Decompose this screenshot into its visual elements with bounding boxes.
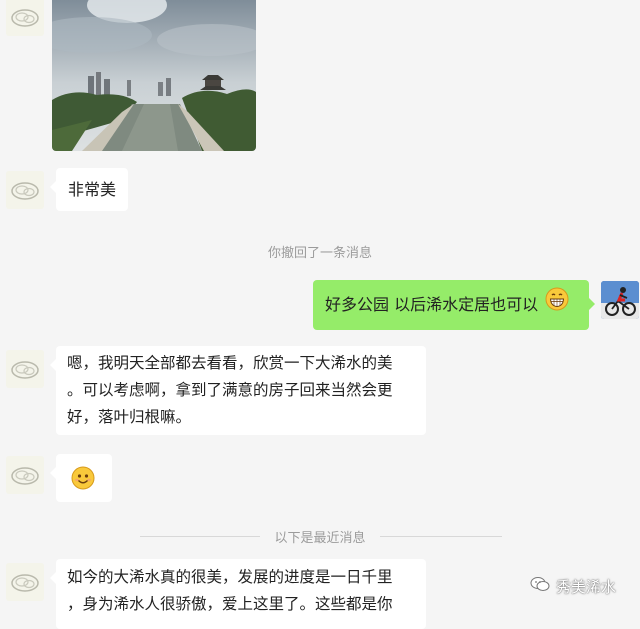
- message-bubble-incoming[interactable]: 非常美: [50, 168, 128, 211]
- chat-photo[interactable]: [52, 0, 256, 151]
- message-bubble-incoming[interactable]: 如今的大浠水真的很美，发展的进度是一日千里 ，身为浠水人很骄傲，爱上这里了。这些…: [50, 559, 426, 629]
- system-notice-recent: 以下是最近消息: [274, 531, 366, 546]
- self-avatar[interactable]: [601, 281, 639, 319]
- wechat-account-icon: [530, 576, 550, 596]
- message-bubble-incoming[interactable]: [50, 454, 112, 502]
- message-text: 非常美: [68, 180, 117, 199]
- contact-avatar[interactable]: [6, 0, 44, 36]
- cloud-logo-icon: [6, 171, 44, 209]
- contact-avatar[interactable]: [6, 350, 44, 388]
- divider-line-left: [140, 536, 260, 537]
- watermark-text: 秀美浠水: [556, 577, 617, 596]
- contact-avatar[interactable]: [6, 456, 44, 494]
- grinning-face-emoji: [545, 287, 569, 320]
- system-notice-recalled: 你撤回了一条消息: [267, 246, 372, 261]
- message-text-line: 好，落叶归根嘛。: [67, 408, 192, 426]
- divider-line-right: [380, 536, 502, 537]
- message-text-line: 。可以考虑啊，拿到了满意的房子回来当然会更: [67, 381, 393, 399]
- message-text-line: 如今的大浠水真的很美，发展的进度是一日千里: [67, 568, 393, 586]
- cyclist-icon: [601, 281, 639, 319]
- cloud-logo-icon: [6, 0, 44, 36]
- watermark: 秀美浠水: [530, 574, 616, 598]
- river-city-photo: [52, 0, 256, 151]
- cloud-logo-icon: [6, 563, 44, 601]
- message-bubble-outgoing[interactable]: 好多公园 以后浠水定居也可以: [313, 280, 595, 330]
- cloud-logo-icon: [6, 350, 44, 388]
- message-bubble-incoming[interactable]: 嗯，我明天全部都去看看，欣赏一下大浠水的美 。可以考虑啊，拿到了满意的房子回来当…: [50, 346, 426, 435]
- smiling-face-emoji: [71, 466, 95, 499]
- contact-avatar[interactable]: [6, 563, 44, 601]
- message-text-line: 嗯，我明天全部都去看看，欣赏一下大浠水的美: [67, 354, 393, 372]
- contact-avatar[interactable]: [6, 171, 44, 209]
- message-text-line: ，身为浠水人很骄傲，爱上这里了。这些都是你: [67, 595, 393, 613]
- message-text: 好多公园 以后浠水定居也可以: [325, 295, 539, 314]
- cloud-logo-icon: [6, 456, 44, 494]
